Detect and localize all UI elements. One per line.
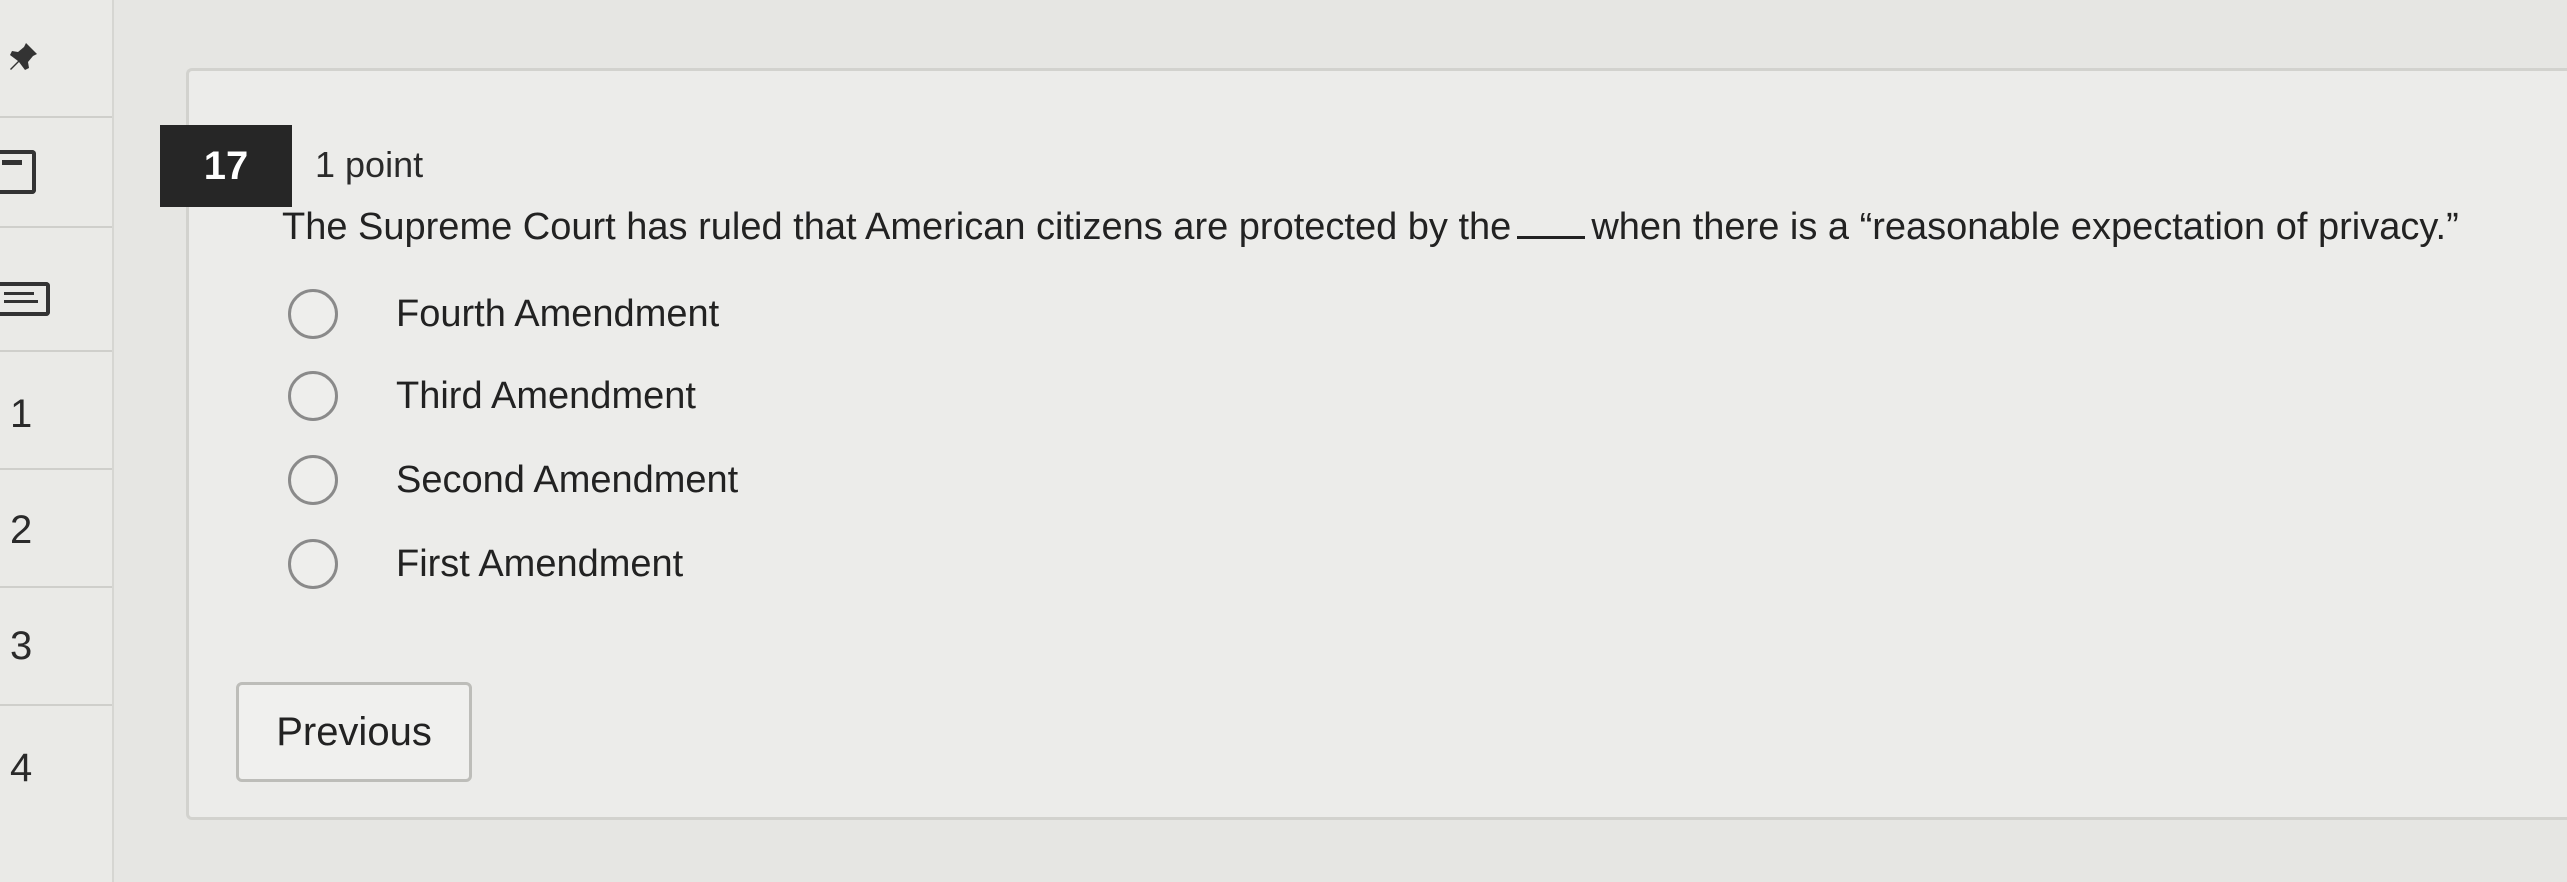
answer-option-label: Second Amendment xyxy=(396,458,739,501)
radio-button[interactable] xyxy=(288,455,338,505)
question-text: The Supreme Court has ruled that America… xyxy=(282,206,2459,249)
nav-item-1[interactable]: 1 xyxy=(0,352,112,470)
answer-option-label: Third Amendment xyxy=(396,374,696,417)
rail-divider xyxy=(0,228,112,352)
answer-option-1[interactable]: Fourth Amendment xyxy=(288,284,719,344)
question-number: 17 xyxy=(160,125,292,207)
rail-divider xyxy=(0,0,112,118)
question-text-before: The Supreme Court has ruled that America… xyxy=(282,206,1512,248)
nav-item-4[interactable]: 4 xyxy=(0,706,112,824)
nav-item-label: 2 xyxy=(10,508,33,552)
rail-divider xyxy=(0,108,112,228)
answer-option-label: First Amendment xyxy=(396,542,684,585)
nav-item-label: 3 xyxy=(10,624,33,668)
nav-item-label: 4 xyxy=(10,746,33,790)
question-panel xyxy=(186,68,2567,820)
nav-item-label: 1 xyxy=(10,392,33,436)
nav-item-3[interactable]: 3 xyxy=(0,588,112,706)
question-text-after: when there is a “reasonable expectation … xyxy=(1591,206,2459,248)
answer-option-4[interactable]: First Amendment xyxy=(288,534,683,594)
radio-button[interactable] xyxy=(288,539,338,589)
answer-blank xyxy=(1517,236,1586,239)
radio-button[interactable] xyxy=(288,371,338,421)
answer-option-2[interactable]: Third Amendment xyxy=(288,366,696,426)
answer-option-label: Fourth Amendment xyxy=(396,292,720,335)
question-nav-rail: 1 2 3 4 xyxy=(0,0,114,882)
question-points: 1 point xyxy=(315,144,424,185)
radio-button[interactable] xyxy=(288,289,338,339)
answer-option-3[interactable]: Second Amendment xyxy=(288,450,738,510)
previous-button[interactable]: Previous xyxy=(236,682,472,782)
nav-item-2[interactable]: 2 xyxy=(0,470,112,588)
